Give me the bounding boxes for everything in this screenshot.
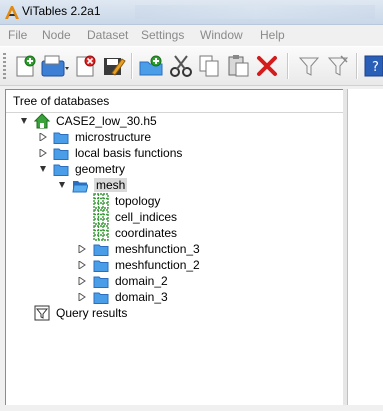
app-logo-icon: [5, 6, 19, 19]
query-results-icon: [34, 305, 50, 321]
folder-icon: [53, 132, 69, 144]
folder-icon: [93, 292, 109, 304]
dataset-icon: [93, 225, 109, 241]
tree-node-label: CASE2_low_30.h5: [56, 114, 157, 128]
delete-icon[interactable]: [254, 53, 280, 79]
paste-icon[interactable]: [225, 53, 251, 79]
tree-node-label: domain_3: [115, 290, 168, 304]
title-bar: ViTables 2.2a1: [0, 0, 383, 25]
tree-node-label: meshfunction_3: [115, 242, 200, 256]
dataset-icon: [93, 193, 109, 209]
menu-window[interactable]: Window: [200, 28, 243, 42]
tree-node-label: cell_indices: [115, 210, 178, 224]
close-file-icon[interactable]: [72, 53, 98, 79]
tree-node-group[interactable]: meshfunction_2: [6, 257, 344, 273]
tree-node-query-results[interactable]: Query results: [6, 305, 344, 321]
tree-node-group[interactable]: microstructure: [6, 129, 344, 145]
home-icon: [34, 113, 50, 129]
tree-node-label: microstructure: [75, 130, 152, 144]
copy-icon[interactable]: [196, 53, 222, 79]
tree-node-label: Query results: [56, 306, 128, 320]
tree-of-databases-panel: Tree of databases CASE2_low_30.h5 micros…: [5, 89, 345, 407]
collapsed-arrow-icon[interactable]: [78, 245, 86, 253]
status-bar: [0, 405, 383, 411]
help-icon[interactable]: ?: [363, 53, 383, 79]
folder-icon: [93, 260, 109, 272]
tree-node-label: coordinates: [115, 226, 178, 240]
tree-node-label: local basis functions: [75, 146, 183, 160]
expanded-arrow-icon[interactable]: [39, 165, 47, 173]
cut-icon[interactable]: [168, 53, 194, 79]
tree-node-group[interactable]: geometry: [6, 161, 344, 177]
folder-icon: [93, 244, 109, 256]
new-file-icon[interactable]: [12, 53, 38, 79]
folder-icon: [93, 276, 109, 288]
menu-help[interactable]: Help: [260, 28, 285, 42]
tree-node-dataset[interactable]: coordinates: [6, 225, 344, 241]
collapsed-arrow-icon[interactable]: [78, 277, 86, 285]
open-file-icon[interactable]: [40, 53, 70, 79]
tree-node-label: topology: [115, 194, 161, 208]
tree-panel-header: Tree of databases: [6, 90, 344, 113]
tree-node-label: geometry: [75, 162, 126, 176]
expanded-arrow-icon[interactable]: [20, 117, 28, 125]
filter-clear-icon[interactable]: [325, 53, 351, 79]
menu-dataset[interactable]: Dataset: [87, 28, 128, 42]
menu-file[interactable]: File: [8, 28, 27, 42]
folder-icon: [53, 148, 69, 160]
menu-bar: File Node Dataset Settings Window Help: [0, 25, 383, 45]
workspace-pane: [347, 89, 383, 405]
save-as-icon[interactable]: [100, 53, 126, 79]
toolbar-grip[interactable]: [3, 53, 6, 79]
menu-settings[interactable]: Settings: [141, 28, 184, 42]
collapsed-arrow-icon[interactable]: [39, 133, 47, 141]
collapsed-arrow-icon[interactable]: [39, 149, 47, 157]
expanded-arrow-icon[interactable]: [58, 181, 66, 189]
svg-text:?: ?: [372, 60, 379, 75]
tree-node-group[interactable]: meshfunction_3: [6, 241, 344, 257]
folder-open-icon: [72, 181, 88, 193]
dataset-icon: [93, 209, 109, 225]
folder-icon: [53, 164, 69, 176]
tree-node-label: mesh: [94, 178, 128, 192]
tree-node-dataset[interactable]: cell_indices: [6, 209, 344, 225]
tree-node-label: meshfunction_2: [115, 258, 200, 272]
tree-node-file[interactable]: CASE2_low_30.h5: [6, 113, 344, 129]
new-group-icon[interactable]: [138, 53, 164, 79]
tree-node-group[interactable]: domain_2: [6, 273, 344, 289]
menu-node[interactable]: Node: [42, 28, 71, 42]
filter-icon[interactable]: [296, 53, 322, 79]
tree-node-dataset[interactable]: topology: [6, 193, 344, 209]
collapsed-arrow-icon[interactable]: [78, 261, 86, 269]
toolbar: ?: [0, 46, 383, 86]
tree-node-label: domain_2: [115, 274, 168, 288]
tree-node-group-selected[interactable]: mesh: [6, 177, 344, 193]
tree-node-group[interactable]: domain_3: [6, 289, 344, 305]
collapsed-arrow-icon[interactable]: [78, 293, 86, 301]
tree-node-group[interactable]: local basis functions: [6, 145, 344, 161]
tree-panel-title: Tree of databases: [13, 94, 110, 108]
window-title: ViTables 2.2a1: [22, 4, 101, 18]
